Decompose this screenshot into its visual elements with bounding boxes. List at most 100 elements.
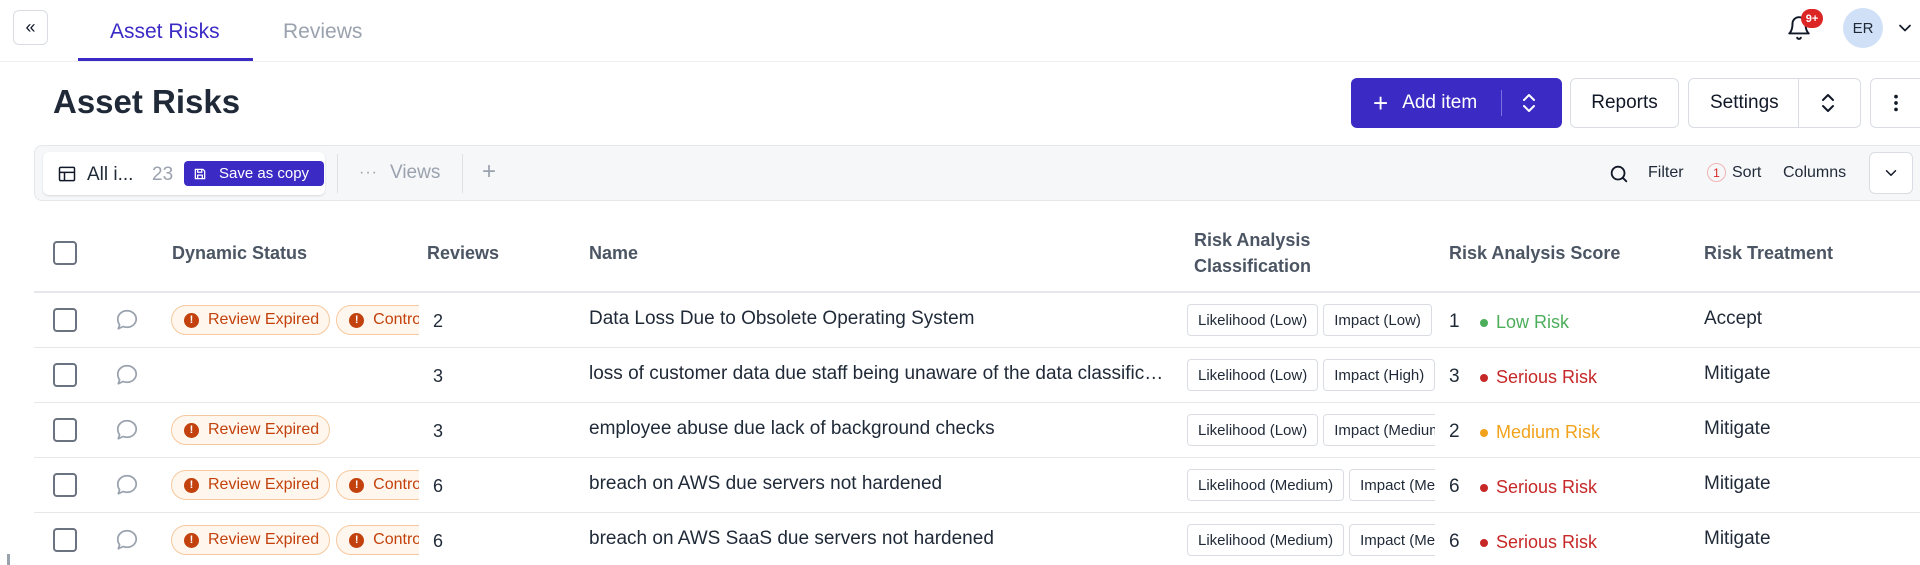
- header-line: Classification: [1194, 256, 1312, 276]
- reviews-count: 3: [433, 421, 444, 441]
- chevron-up-down-icon[interactable]: [1816, 91, 1840, 115]
- row-checkbox[interactable]: [53, 473, 77, 497]
- risk-name[interactable]: breach on AWS due servers not hardened: [589, 473, 1169, 495]
- divider: [337, 154, 338, 193]
- status-badge: ! Controls: [336, 470, 419, 500]
- header-dynamic-status[interactable]: Dynamic Status: [172, 243, 307, 264]
- classification-cell: Likelihood (Low) Impact (Low): [1187, 304, 1435, 338]
- table-row[interactable]: ! Review Expired ! Controls 6 breach on AWS S…: [34, 513, 1920, 565]
- views-button[interactable]: ··· Views: [359, 162, 440, 184]
- risk-level: Medium Risk: [1480, 422, 1600, 443]
- header-risk-treatment[interactable]: Risk Treatment: [1704, 243, 1833, 264]
- comment-icon[interactable]: [114, 362, 140, 388]
- collapse-sidebar-button[interactable]: «: [13, 10, 48, 45]
- risk-dot-icon: [1480, 483, 1488, 492]
- columns-button[interactable]: Columns: [1783, 164, 1846, 182]
- status-badge: ! Controls: [336, 525, 419, 555]
- chevron-down-icon[interactable]: [1895, 18, 1915, 38]
- alert-icon: !: [184, 532, 199, 548]
- impact-tag: Impact (Medium): [1323, 414, 1435, 446]
- status-label: Controls: [373, 531, 419, 548]
- risk-name[interactable]: employee abuse due lack of background ch…: [589, 418, 1169, 440]
- risk-level: Serious Risk: [1480, 367, 1597, 388]
- table-row[interactable]: 3 loss of customer data due staff being u…: [34, 348, 1920, 403]
- classification-cell: Likelihood (Medium)Impact (Medium): [1187, 524, 1435, 558]
- risk-treatment: Mitigate: [1704, 418, 1771, 439]
- select-all-checkbox[interactable]: [53, 241, 77, 265]
- comment-icon[interactable]: [114, 417, 140, 443]
- plus-icon: +: [1373, 88, 1389, 118]
- sort-button[interactable]: Sort: [1732, 164, 1761, 182]
- impact-tag: Impact (High): [1323, 359, 1435, 391]
- row-checkbox[interactable]: [53, 363, 77, 387]
- comment-icon[interactable]: [114, 472, 140, 498]
- risk-dot-icon: [1480, 538, 1488, 547]
- header-name[interactable]: Name: [589, 243, 638, 264]
- impact-tag: Impact (Medium): [1349, 524, 1435, 556]
- status-badge: ! Review Expired: [171, 415, 331, 445]
- row-checkbox[interactable]: [53, 418, 77, 442]
- dynamic-status-cell: ! Review Expired ! Controls: [171, 525, 419, 557]
- header-risk-analysis-score[interactable]: Risk Analysis Score: [1449, 243, 1620, 264]
- comment-icon[interactable]: [114, 527, 140, 553]
- add-view-button[interactable]: +: [482, 158, 496, 186]
- status-label: Review Expired: [208, 531, 320, 548]
- status-badge: ! Review Expired: [171, 525, 331, 555]
- classification-cell: Likelihood (Low) Impact (High): [1187, 359, 1435, 393]
- risk-dot-icon: [1480, 373, 1488, 382]
- risk-level: Serious Risk: [1480, 477, 1597, 498]
- alert-icon: !: [184, 312, 199, 328]
- page-title: Asset Risks: [53, 83, 241, 120]
- risk-name[interactable]: Data Loss Due to Obsolete Operating Syst…: [589, 308, 1169, 330]
- tab-reviews[interactable]: Reviews: [283, 20, 362, 44]
- risk-level-label: Medium Risk: [1496, 422, 1601, 442]
- notification-badge: 9+: [1801, 9, 1823, 28]
- table-row[interactable]: ! Review Expired! Controls 2 Data Loss Due t…: [34, 293, 1920, 348]
- likelihood-tag: Likelihood (Low): [1187, 414, 1319, 446]
- status-badge: ! Review Expired: [171, 305, 331, 335]
- header-reviews[interactable]: Reviews: [427, 243, 499, 264]
- add-item-label: Add item: [1402, 92, 1478, 113]
- likelihood-tag: Likelihood (Medium): [1187, 469, 1345, 501]
- risk-level-label: Serious Risk: [1496, 477, 1598, 497]
- views-label: Views: [389, 162, 441, 183]
- table-icon: [58, 166, 76, 182]
- add-item-button[interactable]: + Add item: [1351, 78, 1562, 128]
- more-vertical-icon: [1893, 94, 1898, 112]
- header-risk-analysis-classification[interactable]: Risk Analysis Classification: [1194, 227, 1311, 279]
- reviews-count: 6: [433, 476, 444, 496]
- save-as-copy-button[interactable]: Save as copy: [184, 161, 324, 186]
- risk-treatment: Accept: [1704, 308, 1763, 329]
- search-icon[interactable]: [1608, 163, 1630, 185]
- risk-score: 6: [1449, 531, 1460, 552]
- scrollbar[interactable]: [7, 554, 10, 565]
- reviews-count: 3: [433, 366, 444, 386]
- risk-name[interactable]: breach on AWS SaaS due servers not harde…: [589, 528, 1169, 550]
- likelihood-tag: Likelihood (Low): [1187, 304, 1319, 336]
- row-checkbox[interactable]: [53, 528, 77, 552]
- avatar[interactable]: ER: [1843, 8, 1883, 48]
- filter-button[interactable]: Filter: [1648, 164, 1684, 182]
- table-row[interactable]: ! Review Expired! Controls 6 breach on AWS d…: [34, 458, 1920, 513]
- classification-cell: Likelihood (Low)Impact (Medium): [1187, 414, 1435, 448]
- dynamic-status-cell: ! Review Expired: [171, 415, 419, 447]
- save-as-copy-label: Save as copy: [219, 165, 310, 182]
- chevron-up-down-icon[interactable]: [1517, 91, 1541, 115]
- row-checkbox[interactable]: [53, 308, 77, 332]
- alert-icon: !: [349, 477, 365, 493]
- classification-cell: Likelihood (Medium)Impact (Medium): [1187, 469, 1435, 503]
- view-count: 23: [152, 164, 174, 185]
- risk-treatment: Mitigate: [1704, 528, 1771, 549]
- tab-asset-risks[interactable]: Asset Risks: [110, 20, 220, 44]
- status-label: Review Expired: [208, 421, 320, 438]
- more-options-button[interactable]: [1870, 78, 1920, 128]
- table-row[interactable]: ! Review Expired 3 employee abuse due lack …: [34, 403, 1920, 458]
- toolbar-expand-button[interactable]: [1869, 152, 1913, 194]
- comment-icon[interactable]: [114, 307, 140, 333]
- risk-name[interactable]: loss of customer data due staff being un…: [589, 363, 1169, 385]
- current-view-selector[interactable]: All i... 23 Save as copy: [43, 152, 325, 195]
- risk-level-label: Serious Risk: [1496, 532, 1598, 552]
- reports-button[interactable]: Reports: [1570, 78, 1679, 128]
- settings-button[interactable]: Settings: [1688, 78, 1861, 128]
- ellipsis-icon: ···: [359, 164, 378, 181]
